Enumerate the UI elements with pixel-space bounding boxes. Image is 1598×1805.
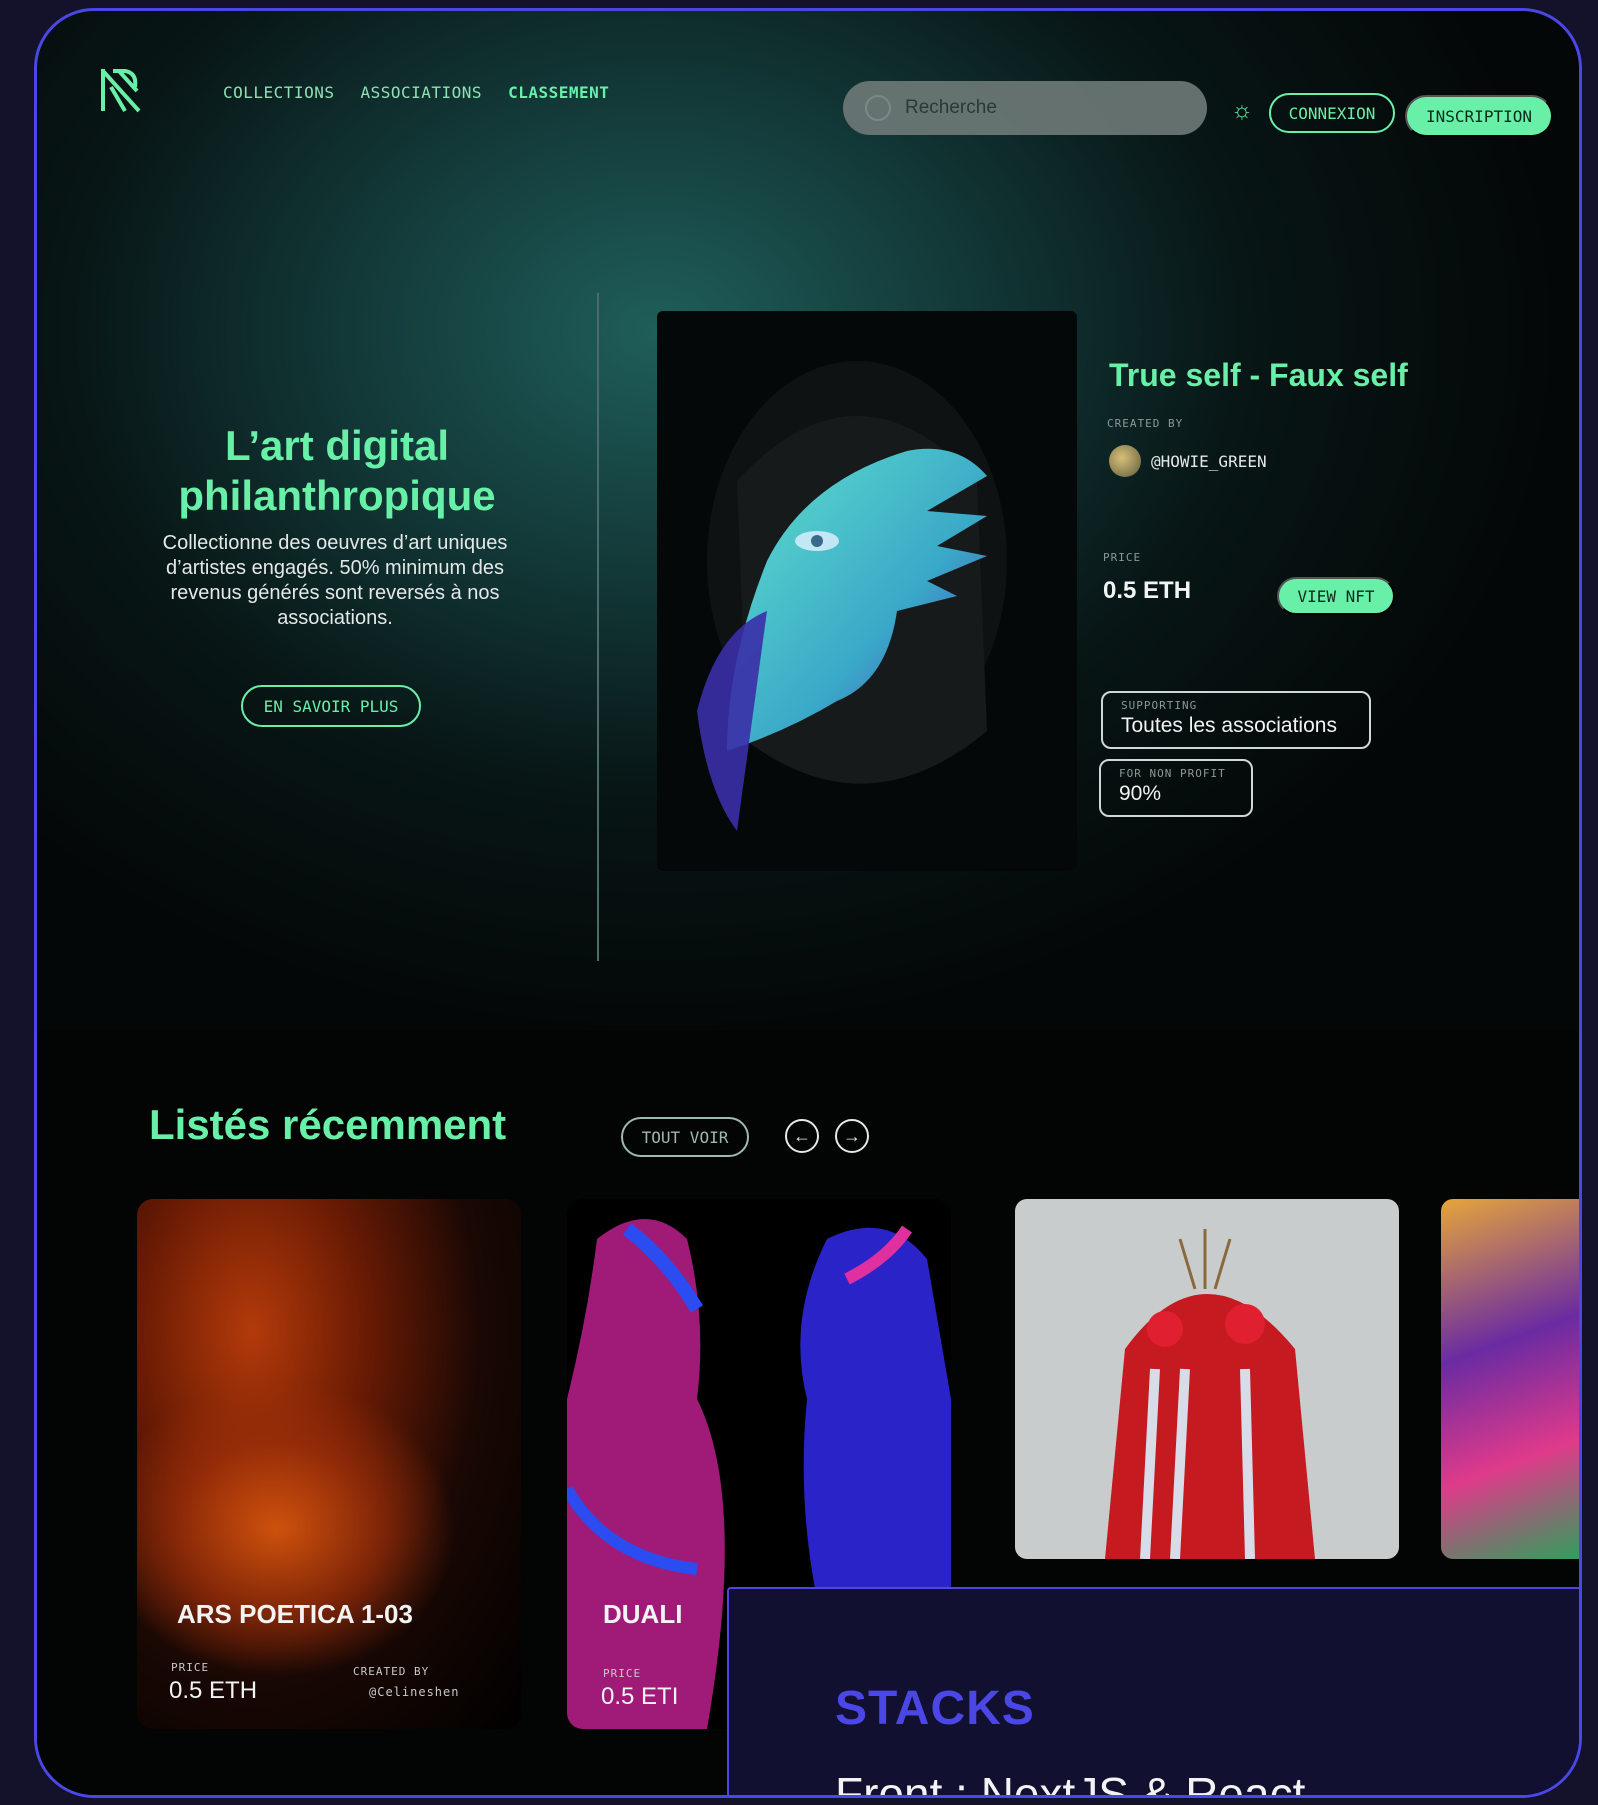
card-created-by-label: CREATED BY xyxy=(353,1665,430,1678)
card-title: DUALI xyxy=(603,1599,683,1629)
nav-associations[interactable]: ASSOCIATIONS xyxy=(360,83,482,102)
theme-toggle-sun-icon[interactable]: ☼ xyxy=(1231,97,1253,125)
logo-icon[interactable] xyxy=(99,67,143,113)
search-icon xyxy=(865,95,891,121)
hero-divider xyxy=(597,293,599,961)
nav-collections[interactable]: COLLECTIONS xyxy=(223,83,334,102)
supporting-box: SUPPORTING Toutes les associations xyxy=(1101,691,1371,749)
featured-artwork[interactable] xyxy=(657,311,1077,871)
stacks-front: Front : NextJS & React xyxy=(835,1768,1306,1798)
hero-title-line2: philanthropique xyxy=(178,472,496,519)
nonprofit-box: FOR NON PROFIT 90% xyxy=(1099,759,1253,817)
card-creator: @Celineshen xyxy=(369,1685,460,1699)
nav-classement[interactable]: CLASSEMENT xyxy=(508,83,609,102)
featured-creator[interactable]: @HOWIE_GREEN xyxy=(1109,445,1267,477)
login-button[interactable]: CONNEXION xyxy=(1269,93,1395,133)
creator-handle: @HOWIE_GREEN xyxy=(1151,451,1267,471)
nft-card[interactable] xyxy=(1015,1199,1399,1559)
nft-card[interactable] xyxy=(1441,1199,1579,1559)
stacks-panel: STACKS Front : NextJS & React xyxy=(727,1587,1579,1798)
supporting-value: Toutes les associations xyxy=(1121,714,1337,737)
signup-button[interactable]: INSCRIPTION xyxy=(1405,95,1553,137)
artwork-portrait-image xyxy=(697,361,1007,831)
card-artwork-image xyxy=(1105,1229,1315,1559)
created-by-label: CREATED BY xyxy=(1107,417,1184,430)
hero-title: L’art digital philanthropique xyxy=(127,421,547,521)
next-arrow-icon[interactable]: → xyxy=(835,1119,869,1153)
nft-card[interactable]: ARS POETICA 1-03 PRICE 0.5 ETH CREATED B… xyxy=(137,1199,521,1729)
supporting-label: SUPPORTING xyxy=(1121,699,1198,712)
search-input[interactable] xyxy=(905,97,1145,119)
card-price: 0.5 ETI xyxy=(601,1683,679,1710)
recent-title: Listés récemment xyxy=(149,1101,507,1148)
app-window: COLLECTIONS ASSOCIATIONS CLASSEMENT ☼ CO… xyxy=(34,8,1582,1798)
card-title: ARS POETICA 1-03 xyxy=(177,1599,413,1629)
nonprofit-value: 90% xyxy=(1119,782,1162,805)
learn-more-button[interactable]: EN SAVOIR PLUS xyxy=(241,685,421,727)
stacks-title: STACKS xyxy=(835,1682,1035,1735)
view-nft-button[interactable]: VIEW NFT xyxy=(1277,577,1395,615)
hero-description: Collectionne des oeuvres d’art uniques d… xyxy=(162,532,508,629)
nonprofit-label: FOR NON PROFIT xyxy=(1119,767,1226,780)
featured-price: 0.5 ETH xyxy=(1103,577,1192,604)
card-price: 0.5 ETH xyxy=(169,1677,258,1704)
card-price-label: PRICE xyxy=(603,1667,642,1680)
search-bar xyxy=(843,81,1207,135)
prev-arrow-icon[interactable]: ← xyxy=(785,1119,819,1153)
price-label: PRICE xyxy=(1103,551,1142,564)
featured-title: True self - Faux self xyxy=(1109,357,1408,393)
hero-title-line1: L’art digital xyxy=(224,422,450,469)
card-price-label: PRICE xyxy=(171,1661,210,1674)
main-nav: COLLECTIONS ASSOCIATIONS CLASSEMENT xyxy=(223,83,609,102)
creator-avatar xyxy=(1109,445,1141,477)
see-all-button[interactable]: TOUT VOIR xyxy=(621,1117,749,1157)
